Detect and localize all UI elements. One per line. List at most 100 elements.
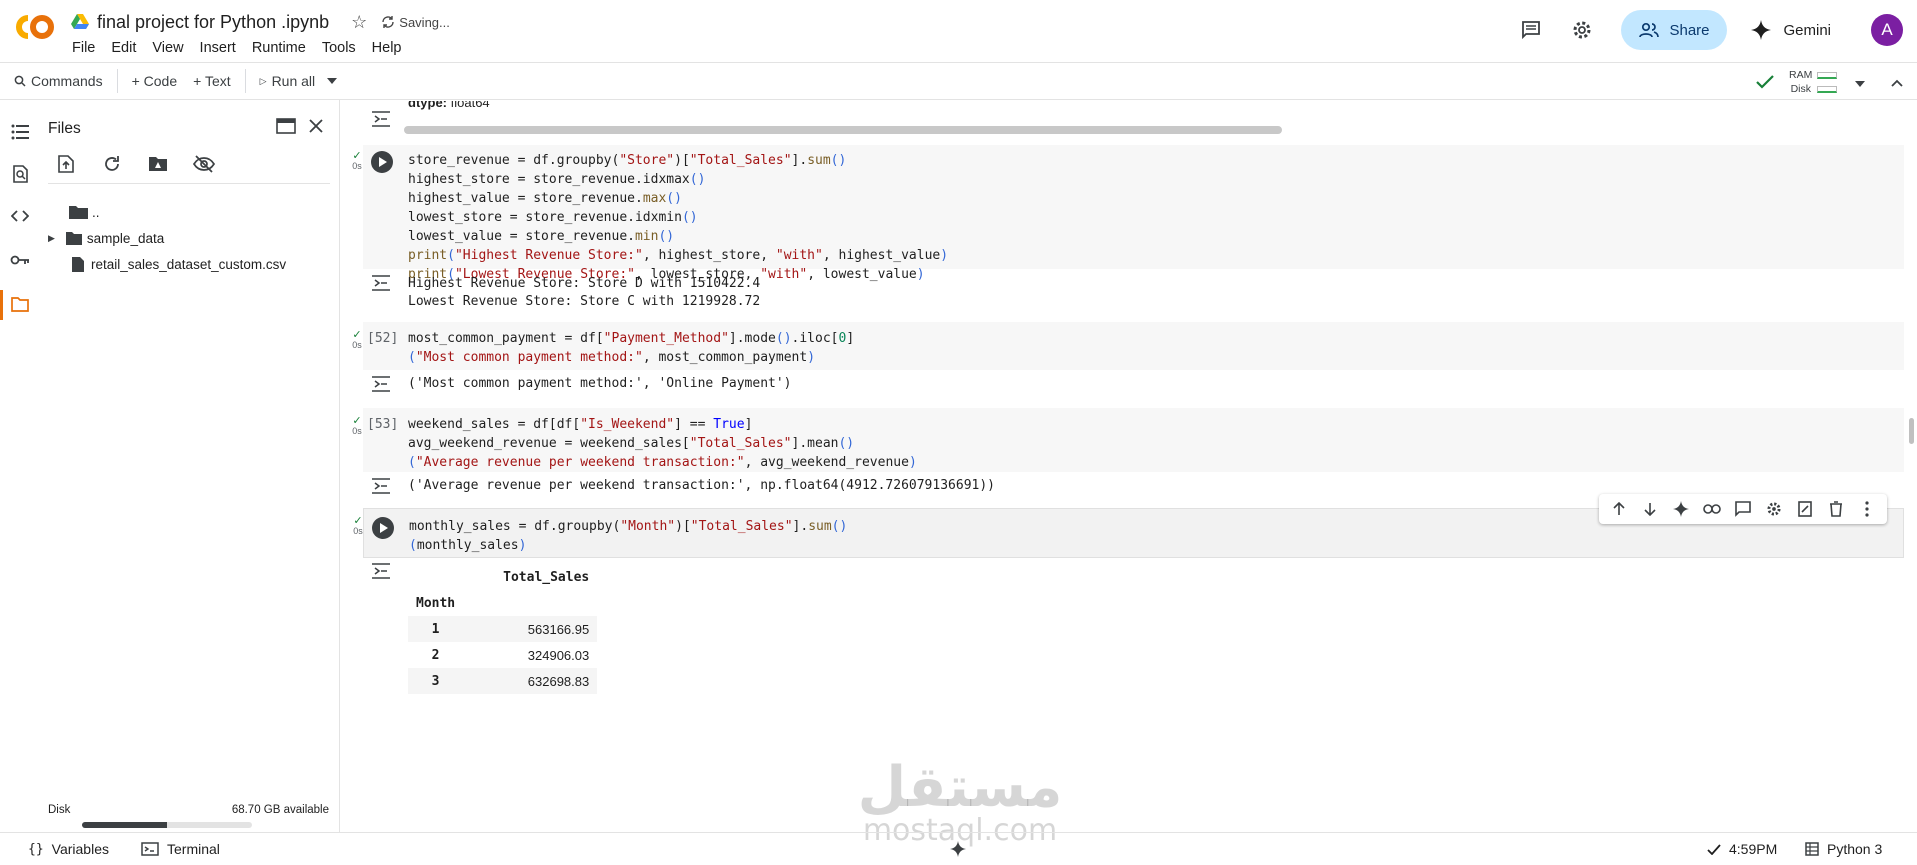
comment-icon[interactable] bbox=[1733, 499, 1753, 519]
table-row: 2 324906.03 bbox=[408, 642, 597, 668]
menu-insert[interactable]: Insert bbox=[200, 40, 236, 56]
upload-file-icon[interactable] bbox=[54, 152, 78, 176]
code-snippets-icon[interactable] bbox=[8, 204, 32, 228]
left-rail bbox=[0, 100, 40, 832]
expand-chevron-icon[interactable]: ▶ bbox=[48, 233, 55, 244]
tree-item-parent[interactable]: .. bbox=[68, 200, 100, 224]
menu-file[interactable]: File bbox=[72, 40, 95, 56]
comments-icon[interactable] bbox=[1519, 18, 1543, 42]
output-toggle-icon[interactable] bbox=[371, 275, 391, 291]
notebook-area[interactable]: dtype: float64 ✓ 0s store_revenue = df.gr… bbox=[341, 101, 1917, 832]
dtype-label: dtype: bbox=[408, 101, 447, 110]
find-replace-icon[interactable] bbox=[8, 162, 32, 186]
connected-check-icon[interactable] bbox=[1755, 72, 1775, 92]
move-cell-up-icon[interactable] bbox=[1609, 499, 1629, 519]
mount-drive-icon[interactable] bbox=[146, 152, 170, 176]
cell-settings-gear-icon[interactable] bbox=[1764, 499, 1784, 519]
disk-usage-fill bbox=[82, 822, 167, 828]
output-toggle-icon[interactable] bbox=[371, 478, 391, 494]
run-all-dropdown-icon[interactable] bbox=[327, 78, 338, 84]
check-icon bbox=[1707, 843, 1721, 855]
top-bar: final project for Python .ipynb ☆ Saving… bbox=[0, 0, 1917, 62]
ram-label: RAM bbox=[1789, 69, 1813, 81]
collapse-header-icon[interactable] bbox=[1891, 74, 1903, 90]
disk-meter bbox=[1817, 85, 1837, 93]
share-button[interactable]: Share bbox=[1621, 10, 1728, 50]
cell-output: ('Average revenue per weekend transactio… bbox=[408, 478, 995, 493]
run-cell-button[interactable] bbox=[372, 517, 394, 539]
table-row: 3 632698.83 bbox=[408, 668, 598, 694]
variables-button[interactable]: {} Variables bbox=[28, 833, 109, 865]
open-in-tab-icon[interactable] bbox=[274, 114, 298, 138]
row-index: 1 bbox=[431, 621, 440, 637]
file-icon bbox=[72, 256, 84, 272]
output-toggle-icon[interactable] bbox=[371, 376, 391, 392]
menu-bar: File Edit View Insert Runtime Tools Help bbox=[72, 40, 402, 56]
menu-help[interactable]: Help bbox=[372, 40, 402, 56]
add-text-button[interactable]: + Text bbox=[193, 73, 231, 89]
dataframe-output: Total_Sales Month 1 563166.95 2 324906.03 … bbox=[408, 564, 598, 694]
share-label: Share bbox=[1669, 21, 1710, 39]
terminal-button[interactable]: Terminal bbox=[141, 833, 220, 865]
move-cell-down-icon[interactable] bbox=[1640, 499, 1660, 519]
secrets-key-icon[interactable] bbox=[8, 248, 32, 272]
google-drive-icon[interactable] bbox=[71, 14, 89, 30]
run-all-button[interactable]: ▷ Run all bbox=[260, 73, 316, 89]
cell-source[interactable]: most_common_payment = df["Payment_Method… bbox=[408, 329, 854, 367]
success-check-icon: ✓ bbox=[352, 415, 362, 427]
toolbar-divider bbox=[244, 69, 246, 93]
user-avatar[interactable]: A bbox=[1871, 14, 1903, 46]
cell-source[interactable]: monthly_sales = df.groupby("Month")["Tot… bbox=[409, 517, 847, 555]
gemini-button[interactable]: Gemini bbox=[1751, 20, 1831, 40]
menu-runtime[interactable]: Runtime bbox=[252, 40, 306, 56]
gemini-sparkle-icon[interactable] bbox=[950, 833, 966, 865]
files-folder-icon[interactable] bbox=[8, 292, 32, 316]
link-icon[interactable] bbox=[1702, 499, 1722, 519]
tree-item-sample-data[interactable]: ▶ sample_data bbox=[48, 226, 164, 250]
row-value: 632698.83 bbox=[527, 673, 590, 689]
notebook-title[interactable]: final project for Python .ipynb bbox=[97, 12, 329, 33]
runtime-indicator[interactable]: Python 3 bbox=[1805, 833, 1882, 865]
code-cell[interactable]: ✓ 0s store_revenue = df.groupby("Store")[… bbox=[352, 145, 1904, 282]
resource-monitor[interactable]: RAM Disk bbox=[1789, 68, 1837, 96]
commands-button[interactable]: Commands bbox=[14, 73, 103, 89]
code-cell[interactable]: ✓ 0s [52] most_common_payment = df["Payme… bbox=[352, 322, 1904, 370]
gemini-cell-icon[interactable] bbox=[1671, 499, 1691, 519]
menu-edit[interactable]: Edit bbox=[111, 40, 136, 56]
disk-usage-bar bbox=[82, 822, 252, 828]
execution-time[interactable]: 4:59PM bbox=[1707, 833, 1777, 865]
code-cell[interactable]: ✓ 0s [53] weekend_sales = df[df["Is_Weeke… bbox=[352, 408, 1904, 472]
cell-status: ✓ 0s bbox=[353, 515, 363, 537]
tree-item-label: .. bbox=[92, 204, 100, 220]
menu-tools[interactable]: Tools bbox=[322, 40, 356, 56]
horizontal-scrollbar[interactable] bbox=[404, 126, 1282, 134]
output-toggle-icon[interactable] bbox=[371, 111, 391, 127]
cell-source[interactable]: store_revenue = df.groupby("Store")["Tot… bbox=[408, 151, 948, 284]
terminal-icon bbox=[141, 842, 159, 856]
mirror-cell-icon[interactable] bbox=[1795, 499, 1815, 519]
cell-status: ✓ 0s bbox=[352, 150, 362, 172]
output-toggle-icon[interactable] bbox=[371, 563, 391, 579]
cell-status: ✓ 0s bbox=[352, 415, 362, 437]
colab-logo[interactable] bbox=[12, 12, 56, 42]
cell-output: Highest Revenue Store: Store D with 1510… bbox=[408, 276, 761, 309]
close-icon[interactable] bbox=[304, 114, 328, 138]
menu-view[interactable]: View bbox=[152, 40, 183, 56]
delete-cell-icon[interactable] bbox=[1826, 499, 1846, 519]
table-of-contents-icon[interactable] bbox=[8, 120, 32, 144]
files-panel-title: Files bbox=[48, 120, 81, 137]
star-icon[interactable]: ☆ bbox=[351, 12, 367, 33]
run-cell-button[interactable] bbox=[371, 151, 393, 173]
vertical-scrollbar-thumb[interactable] bbox=[1909, 418, 1914, 444]
add-code-button[interactable]: + Code bbox=[132, 73, 178, 89]
refresh-icon[interactable] bbox=[100, 152, 124, 176]
tree-item-csv[interactable]: retail_sales_dataset_custom.csv bbox=[71, 252, 286, 276]
resources-dropdown-icon[interactable] bbox=[1855, 74, 1865, 90]
hide-files-icon[interactable] bbox=[192, 152, 216, 176]
more-options-icon[interactable] bbox=[1857, 499, 1877, 519]
cell-source[interactable]: weekend_sales = df[df["Is_Weekend"] == T… bbox=[408, 415, 917, 472]
terminal-label: Terminal bbox=[167, 841, 220, 857]
active-rail-indicator bbox=[0, 290, 3, 320]
index-name: Month bbox=[416, 595, 456, 611]
settings-gear-icon[interactable] bbox=[1570, 18, 1594, 42]
